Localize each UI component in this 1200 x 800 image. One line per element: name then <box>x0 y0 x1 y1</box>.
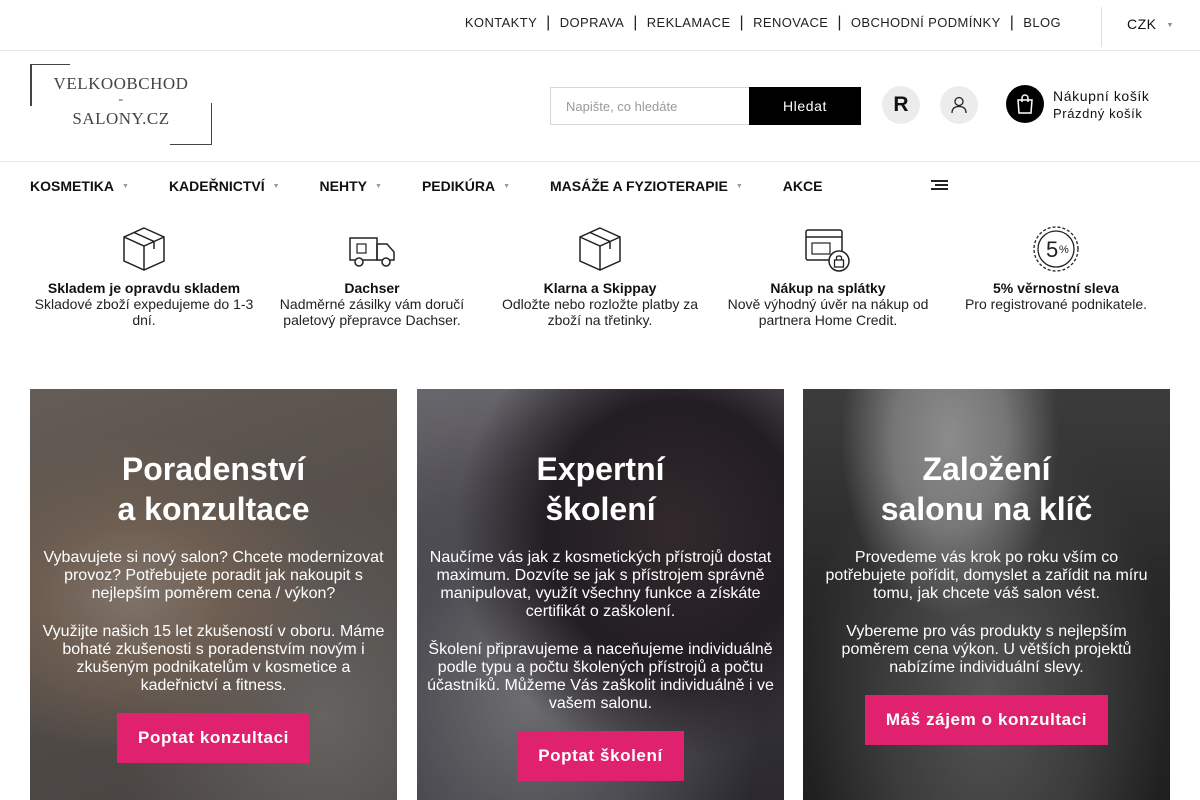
feature-item: Skladem je opravdu skladem Skladové zbož… <box>30 224 258 328</box>
card-title: Poradenství a konzultace <box>117 451 310 527</box>
user-account-button[interactable] <box>940 86 978 124</box>
consulting-card: Poradenství a konzultace Vybavujete si no… <box>30 389 397 800</box>
nav-item-kosmetika[interactable]: KOSMETIKA ▼ <box>30 178 129 194</box>
top-link-obchodni-podminky[interactable]: OBCHODNÍ PODMÍNKY <box>851 15 1001 30</box>
feature-desc: Pro registrované podnikatele. <box>964 296 1148 312</box>
shopping-bag-icon <box>1006 85 1044 123</box>
feature-item: 5 % 5% věrnostní sleva Pro registrované … <box>942 224 1170 312</box>
card-text: Naučíme vás jak z kosmetických přístrojů… <box>429 549 772 620</box>
card-title: Založení salonu na klíč <box>880 451 1093 527</box>
training-request-button[interactable]: Poptat školení <box>517 731 684 781</box>
logo-frame-line <box>30 64 70 65</box>
box-icon <box>575 224 625 274</box>
features-row: Skladem je opravdu skladem Skladové zbož… <box>30 224 1170 344</box>
card-text: Vybavujete si nový salon? Chcete moderni… <box>43 549 384 602</box>
nav-item-kadernictvi[interactable]: KADEŘNICTVÍ ▼ <box>169 178 280 194</box>
logo-frame-line <box>170 144 212 145</box>
divider: | <box>633 14 638 31</box>
cart-status: Prázdný košík <box>1053 105 1143 121</box>
logo-text-line1: VELKOOBCHOD <box>53 74 189 93</box>
salon-setup-card: Založení salonu na klíč Provedeme vás kro… <box>803 389 1170 800</box>
box-icon <box>119 224 169 274</box>
logo-text-line3: SALONY.CZ <box>72 109 170 128</box>
divider: | <box>739 14 745 31</box>
feature-title: Nákup na splátky <box>770 280 886 296</box>
nav-label: NEHTY <box>319 178 367 194</box>
main-nav: KOSMETIKA ▼ KADEŘNICTVÍ ▼ NEHTY ▼ PEDIKÚRA ▼… <box>30 162 862 210</box>
nav-item-pedikura[interactable]: PEDIKÚRA ▼ <box>422 178 510 194</box>
chevron-down-icon: ▼ <box>735 182 743 190</box>
svg-text:%: % <box>1059 244 1069 256</box>
chevron-down-icon: ▼ <box>272 182 280 190</box>
logo-text-line2: - <box>118 92 124 107</box>
feature-desc: Nadměrné zásilky vám doručí paletový pře… <box>279 296 465 328</box>
nav-item-nehty[interactable]: NEHTY ▼ <box>320 178 382 194</box>
feature-title: Skladem je opravdu skladem <box>47 280 241 296</box>
nav-label: KADEŘNICTVÍ <box>168 178 265 194</box>
top-links: KONTAKTY | DOPRAVA | REKLAMACE | RENOVAC… <box>465 14 1061 31</box>
card-text: Školení připravujeme a naceňujeme indivi… <box>427 641 774 712</box>
divider <box>1101 7 1102 47</box>
truck-icon <box>347 224 397 274</box>
chevron-down-icon: ▼ <box>503 182 510 190</box>
feature-desc: Odložte nebo rozložte platby za zboží na… <box>501 296 699 328</box>
user-icon <box>951 96 967 114</box>
currency-selector[interactable]: CZK ▼ <box>1127 16 1174 32</box>
top-link-reklamace[interactable]: REKLAMACE <box>647 15 731 30</box>
nav-item-masaze[interactable]: MASÁŽE A FYZIOTERAPIE ▼ <box>550 178 743 194</box>
search-form: Hledat <box>550 87 861 125</box>
search-input[interactable] <box>550 87 749 125</box>
divider: | <box>837 14 842 31</box>
svg-text:5: 5 <box>1046 237 1058 262</box>
top-link-blog[interactable]: BLOG <box>1023 15 1061 30</box>
divider: | <box>1009 14 1015 31</box>
feature-item: Klarna a Skippay Odložte nebo rozložte p… <box>486 224 714 328</box>
feature-desc: Skladové zboží expedujeme do 1-3 dní. <box>34 296 254 328</box>
logo[interactable]: VELKOOBCHOD - SALONY.CZ <box>30 64 212 145</box>
chevron-down-icon: ▼ <box>1166 22 1174 29</box>
top-link-renovace[interactable]: RENOVACE <box>753 15 828 30</box>
search-button[interactable]: Hledat <box>749 87 861 125</box>
feature-title: Klarna a Skippay <box>543 280 657 296</box>
feature-title: Dachser <box>344 280 400 296</box>
feature-item: Nákup na splátky Nově výhodný úvěr na ná… <box>714 224 942 328</box>
card-text: Provedeme vás krok po roku vším co potře… <box>825 549 1148 602</box>
feature-item: Dachser Nadměrné zásilky vám doručí pale… <box>258 224 486 328</box>
hamburger-menu-icon[interactable] <box>931 180 948 192</box>
top-link-doprava[interactable]: DOPRAVA <box>560 15 624 30</box>
percent-badge-icon: 5 % <box>1031 224 1081 274</box>
nav-label: PEDIKÚRA <box>421 178 496 194</box>
cart-button[interactable]: Nákupní košík Prázdný košík <box>1006 85 1150 123</box>
card-title: Expertní školení <box>536 451 665 527</box>
card-text: Využijte našich 15 let zkušeností v obor… <box>42 623 385 694</box>
top-link-kontakty[interactable]: KONTAKTY <box>465 15 537 30</box>
secure-payment-icon <box>803 224 853 274</box>
top-bar: KONTAKTY | DOPRAVA | REKLAMACE | RENOVAC… <box>0 0 1200 51</box>
training-card: Expertní školení Naučíme vás jak z kosmet… <box>417 389 784 800</box>
nav-item-akce[interactable]: AKCE <box>783 178 823 194</box>
header: VELKOOBCHOD - SALONY.CZ Hledat R Nákupní… <box>0 51 1200 162</box>
nav-label: MASÁŽE A FYZIOTERAPIE <box>550 178 728 194</box>
currency-label: CZK <box>1127 16 1157 32</box>
nav-label: KOSMETIKA <box>30 178 114 194</box>
chevron-down-icon: ▼ <box>375 182 382 190</box>
feature-title: 5% věrnostní sleva <box>992 280 1120 296</box>
r-button[interactable]: R <box>882 86 920 124</box>
nav-label: AKCE <box>782 178 823 194</box>
card-text: Vybereme pro vás produkty s nejlepším po… <box>841 623 1132 676</box>
cart-title: Nákupní košík <box>1053 87 1150 104</box>
feature-desc: Nově výhodný úvěr na nákup od partnera H… <box>727 296 929 328</box>
divider: | <box>546 14 551 31</box>
consultation-request-button[interactable]: Poptat konzultaci <box>117 713 310 763</box>
chevron-down-icon: ▼ <box>122 182 129 190</box>
interest-consultation-button[interactable]: Máš zájem o konzultaci <box>864 695 1109 745</box>
